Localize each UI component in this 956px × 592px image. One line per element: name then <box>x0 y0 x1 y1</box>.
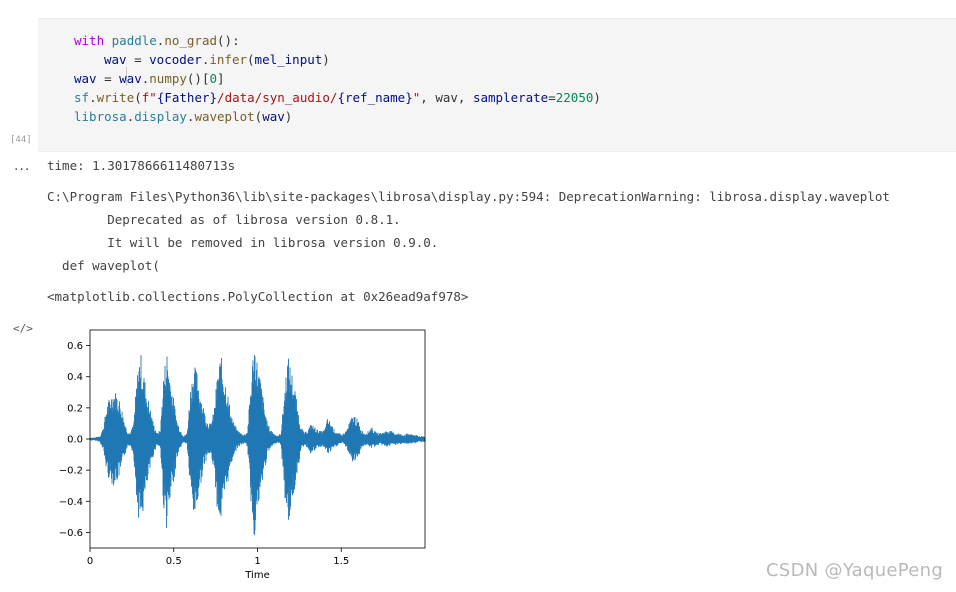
code-line-2: wav = vocoder.infer(mel_input) <box>104 50 330 69</box>
code-token: samplerate <box>472 90 549 105</box>
x-axis: 0 0.5 1 1.5 <box>87 548 349 567</box>
code-token: 0 <box>209 71 218 86</box>
code-token: with <box>74 33 105 48</box>
output-warning-line: C:\Program Files\Python36\lib\site-packa… <box>47 189 890 204</box>
code-token: no_grad <box>164 33 218 48</box>
waveform-area <box>89 355 426 535</box>
x-tick-label: 1 <box>254 556 260 567</box>
code-token: wav <box>262 109 285 124</box>
y-tick-label: −0.4 <box>59 497 83 508</box>
more-actions-icon[interactable]: ... <box>14 158 30 174</box>
code-token: wav <box>104 52 127 67</box>
code-token: ) <box>322 52 330 67</box>
code-token: /data/syn_audio/ <box>217 90 338 105</box>
y-tick-label: 0.0 <box>67 435 83 446</box>
code-token: ] <box>217 71 225 86</box>
code-token: ( <box>247 52 255 67</box>
code-token: write <box>96 90 135 105</box>
output-warning-line: def waveplot( <box>47 258 160 273</box>
y-axis: 0.6 0.4 0.2 0.0 −0.2 −0.4 −0.6 <box>59 341 90 539</box>
code-line-5: librosa.display.waveplot(wav) <box>74 107 292 126</box>
y-tick-label: 0.2 <box>67 403 83 414</box>
code-cell-editor[interactable]: with paddle.no_grad(): wav = vocoder.inf… <box>38 18 956 152</box>
y-tick-label: 0.4 <box>67 372 83 383</box>
x-axis-label: Time <box>244 570 269 581</box>
code-token: = <box>126 52 150 67</box>
x-tick-label: 0.5 <box>166 556 182 567</box>
code-token: paddle <box>111 33 157 48</box>
code-token: display <box>134 109 187 124</box>
code-token: numpy <box>149 71 187 86</box>
code-token: sf <box>74 90 90 105</box>
code-token: ) <box>593 90 601 105</box>
code-token: wav <box>74 71 97 86</box>
code-token: . <box>89 90 97 105</box>
output-warning-line: It will be removed in librosa version 0.… <box>47 235 439 250</box>
code-token: wav <box>119 71 142 86</box>
y-tick-label: 0.6 <box>67 341 83 352</box>
code-token: infer <box>209 52 248 67</box>
code-token: 22050 <box>555 90 594 105</box>
y-tick-label: −0.2 <box>59 466 83 477</box>
x-tick-label: 1.5 <box>333 556 349 567</box>
code-output-icon[interactable]: </> <box>13 322 33 335</box>
waveform-plot: 0.6 0.4 0.2 0.0 −0.2 −0.4 −0.6 0 0.5 1 1.5 Time <box>59 329 426 581</box>
waveform-series <box>89 355 426 535</box>
watermark: CSDN @YaquePeng <box>766 560 944 581</box>
output-repr: <matplotlib.collections.PolyCollection a… <box>47 289 469 304</box>
code-token: = <box>548 90 556 105</box>
code-token: {Father} <box>156 90 218 105</box>
code-token: = <box>96 71 120 86</box>
y-tick-label: −0.6 <box>59 528 83 539</box>
notebook-page: with paddle.no_grad(): wav = vocoder.inf… <box>0 0 956 592</box>
output-time: time: 1.3017866611480713s <box>47 158 236 173</box>
code-token: waveplot <box>194 109 255 124</box>
code-token: mel_input <box>254 52 323 67</box>
code-token: ()[ <box>186 71 210 86</box>
x-tick-label: 0 <box>87 556 93 567</box>
code-line-4: sf.write(f"{Father}/data/syn_audio/{ref_… <box>74 88 601 107</box>
code-token: vocoder <box>149 52 202 67</box>
execution-count: [44] <box>10 135 32 145</box>
output-warning-line: Deprecated as of librosa version 0.8.1. <box>47 212 401 227</box>
code-token: {ref_name} <box>337 90 413 105</box>
code-token: (): <box>217 33 240 48</box>
code-token: ) <box>284 109 293 124</box>
code-token: ( <box>134 90 142 105</box>
code-line-3: wav = wav.numpy()[0] <box>74 69 225 88</box>
code-token: , wav, <box>420 90 473 105</box>
code-token: f" <box>141 90 157 105</box>
code-token: librosa <box>74 109 127 124</box>
code-line-1: with paddle.no_grad(): <box>74 31 240 50</box>
